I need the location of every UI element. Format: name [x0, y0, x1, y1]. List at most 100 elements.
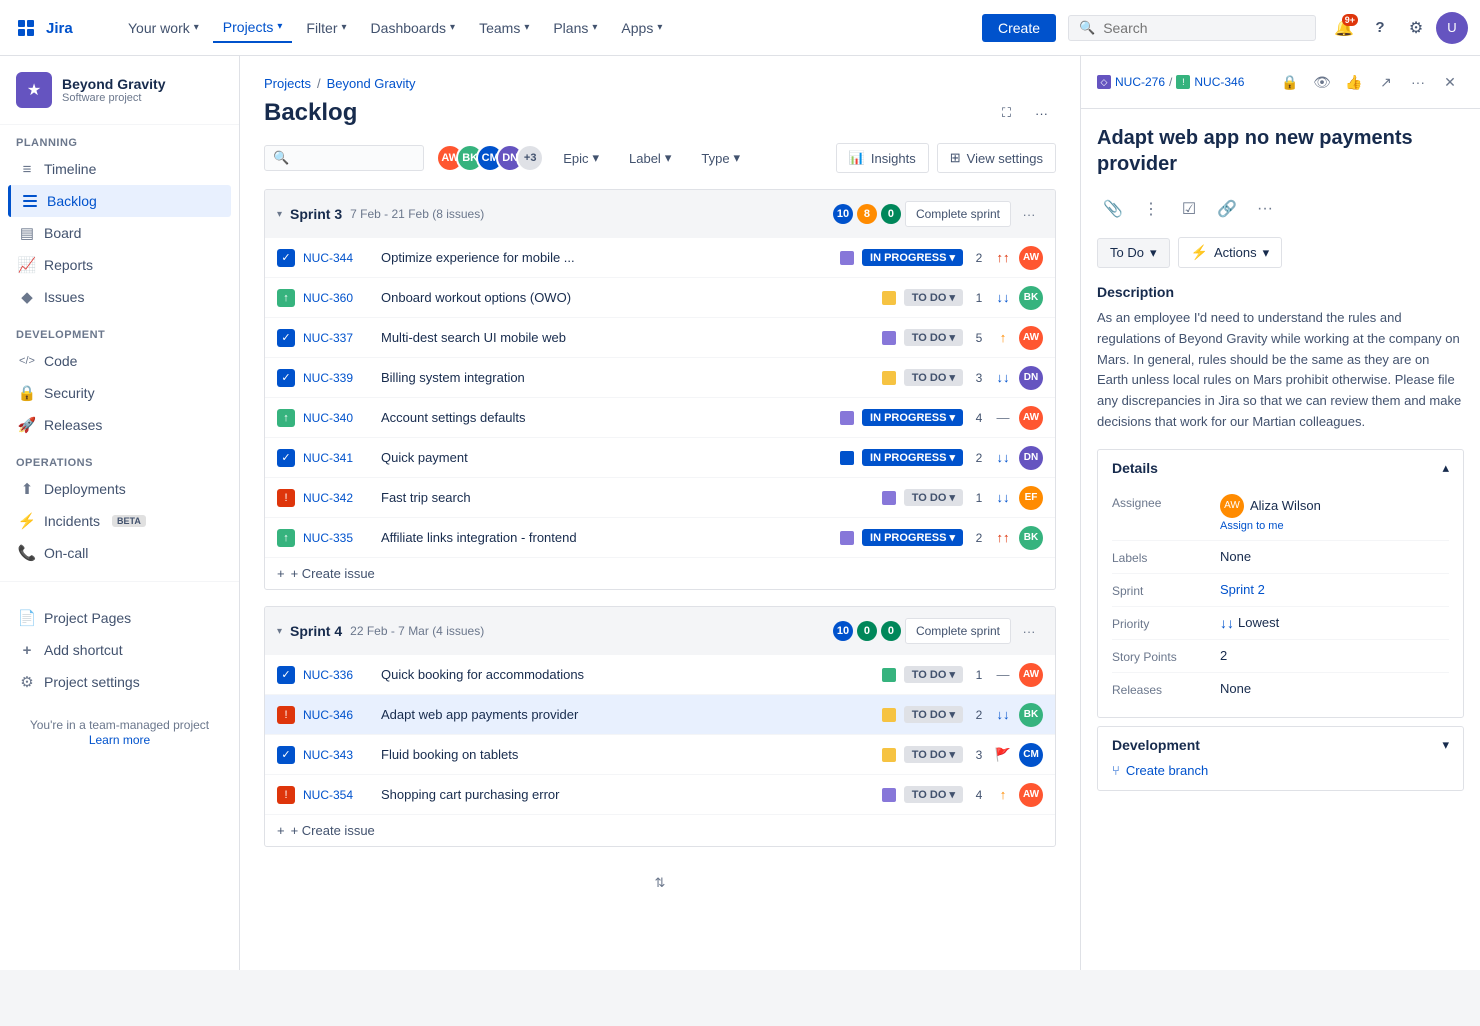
status-badge[interactable]: IN PROGRESS ▾ [862, 249, 963, 266]
table-row[interactable]: ✓ NUC-336 Quick booking for accommodatio… [265, 655, 1055, 695]
breadcrumb-projects-link[interactable]: Projects [264, 76, 311, 91]
panel-lock-button[interactable]: 🔒 [1276, 68, 1304, 96]
sidebar-item-timeline[interactable]: ≡ Timeline [8, 153, 231, 185]
create-button[interactable]: Create [982, 14, 1056, 42]
status-badge[interactable]: IN PROGRESS ▾ [862, 449, 963, 466]
status-dropdown[interactable]: To Do ▾ [1097, 238, 1170, 268]
table-row[interactable]: ↑ NUC-335 Affiliate links integration - … [265, 518, 1055, 558]
status-badge[interactable]: TO DO ▾ [904, 666, 963, 683]
table-row[interactable]: ✓ NUC-339 Billing system integration TO … [265, 358, 1055, 398]
breadcrumb-project-link[interactable]: Beyond Gravity [327, 76, 416, 91]
panel-title: Adapt web app no new payments provider [1097, 125, 1464, 177]
development-body: ⑂ Create branch [1098, 763, 1463, 790]
development-header[interactable]: Development ▾ [1098, 727, 1463, 763]
nav-your-work[interactable]: Your work [118, 14, 209, 42]
backlog-search-input[interactable] [295, 151, 415, 166]
panel-bc-parent[interactable]: ◇ NUC-276 [1097, 75, 1165, 89]
status-badge[interactable]: IN PROGRESS ▾ [862, 529, 963, 546]
table-row[interactable]: ✓ NUC-344 Optimize experience for mobile… [265, 238, 1055, 278]
nav-dashboards[interactable]: Dashboards [361, 14, 466, 42]
sprint-value[interactable]: Sprint 2 [1220, 582, 1449, 597]
status-badge[interactable]: TO DO ▾ [904, 786, 963, 803]
status-badge[interactable]: TO DO ▾ [904, 289, 963, 306]
details-header[interactable]: Details ▴ [1098, 450, 1463, 486]
create-issue-sprint4-button[interactable]: + + Create issue [265, 815, 1055, 846]
table-row[interactable]: ✓ NUC-343 Fluid booking on tablets TO DO… [265, 735, 1055, 775]
sidebar-item-project-settings[interactable]: ⚙ Project settings [8, 666, 231, 698]
status-badge[interactable]: TO DO ▾ [904, 706, 963, 723]
link-button[interactable]: 🔗 [1211, 193, 1243, 225]
help-button[interactable]: ? [1364, 12, 1396, 44]
status-badge[interactable]: TO DO ▾ [904, 329, 963, 346]
nav-projects[interactable]: Projects [213, 13, 293, 43]
nav-apps[interactable]: Apps [611, 14, 672, 42]
learn-more-link[interactable]: Learn more [89, 733, 150, 747]
create-branch-button[interactable]: ⑂ Create branch [1112, 763, 1449, 778]
epic-filter-button[interactable]: Epic ▾ [552, 144, 610, 172]
issue-avatar: BK [1019, 526, 1043, 550]
sidebar-item-security[interactable]: 🔒 Security [8, 377, 231, 409]
status-badge[interactable]: IN PROGRESS ▾ [862, 409, 963, 426]
sidebar-item-reports[interactable]: 📈 Reports [8, 249, 231, 281]
epic-tag [882, 491, 896, 505]
status-badge[interactable]: TO DO ▾ [904, 746, 963, 763]
development-label: DEVELOPMENT [8, 329, 231, 341]
sprint-3-more-button[interactable]: ··· [1015, 200, 1043, 228]
assign-me-link[interactable]: Assign to me [1220, 520, 1449, 532]
avatar-more-count[interactable]: +3 [516, 144, 544, 172]
sprint-4-header[interactable]: ▾ Sprint 4 22 Feb - 7 Mar (4 issues) 10 … [265, 607, 1055, 655]
view-settings-button[interactable]: ⊞ View settings [937, 143, 1056, 173]
create-issue-sprint3-button[interactable]: + + Create issue [265, 558, 1055, 589]
sidebar-item-issues[interactable]: ◆ Issues [8, 281, 231, 313]
label-filter-button[interactable]: Label ▾ [618, 144, 682, 172]
table-row[interactable]: ↑ NUC-360 Onboard workout options (OWO) … [265, 278, 1055, 318]
actions-dropdown[interactable]: ⚡ Actions ▾ [1178, 237, 1283, 268]
nav-teams[interactable]: Teams [469, 14, 539, 42]
table-row[interactable]: ! NUC-342 Fast trip search TO DO ▾ 1 ↓↓ … [265, 478, 1055, 518]
panel-bc-current[interactable]: ! NUC-346 [1176, 75, 1244, 89]
app-logo[interactable]: Jira [12, 14, 106, 42]
panel-like-button[interactable]: 👍 [1340, 68, 1368, 96]
table-row[interactable]: ! NUC-346 Adapt web app payments provide… [265, 695, 1055, 735]
settings-button[interactable]: ⚙ [1400, 12, 1432, 44]
more-options-button[interactable]: ··· [1027, 100, 1056, 127]
sprint-3-header[interactable]: ▾ Sprint 3 7 Feb - 21 Feb (8 issues) 10 … [265, 190, 1055, 238]
table-row[interactable]: ↑ NUC-340 Account settings defaults IN P… [265, 398, 1055, 438]
attach-button[interactable]: 📎 [1097, 193, 1129, 225]
toolbar-more-button[interactable]: ··· [1249, 193, 1281, 225]
expand-button[interactable]: ⛶ [994, 99, 1019, 127]
sidebar-item-board[interactable]: ▤ Board [8, 217, 231, 249]
table-row[interactable]: ! NUC-354 Shopping cart purchasing error… [265, 775, 1055, 815]
complete-sprint-4-button[interactable]: Complete sprint [905, 618, 1011, 644]
sidebar-item-project-pages[interactable]: 📄 Project Pages [8, 602, 231, 634]
sidebar-item-backlog[interactable]: Backlog [8, 185, 231, 217]
sidebar-item-releases[interactable]: 🚀 Releases [8, 409, 231, 441]
complete-sprint-3-button[interactable]: Complete sprint [905, 201, 1011, 227]
type-filter-button[interactable]: Type ▾ [690, 144, 751, 172]
backlog-search-box[interactable]: 🔍 [264, 145, 424, 171]
table-row[interactable]: ✓ NUC-341 Quick payment IN PROGRESS ▾ 2 … [265, 438, 1055, 478]
project-header[interactable]: ★ Beyond Gravity Software project [0, 56, 239, 125]
status-badge[interactable]: TO DO ▾ [904, 489, 963, 506]
sidebar-item-deployments[interactable]: ⬆ Deployments [8, 473, 231, 505]
sidebar-item-incidents[interactable]: ⚡ Incidents BETA [8, 505, 231, 537]
sprint-4-more-button[interactable]: ··· [1015, 617, 1043, 645]
user-avatar[interactable]: U [1436, 12, 1468, 44]
nav-plans[interactable]: Plans [543, 14, 607, 42]
sidebar-item-add-shortcut[interactable]: + Add shortcut [8, 634, 231, 666]
panel-watch-button[interactable]: 👁 [1308, 68, 1336, 96]
search-box[interactable]: 🔍 [1068, 15, 1316, 41]
sidebar-item-on-call[interactable]: 📞 On-call [8, 537, 231, 569]
nav-filter[interactable]: Filter [296, 14, 356, 42]
panel-more-button[interactable]: ··· [1404, 68, 1432, 96]
checklist-button[interactable]: ☑ [1173, 193, 1205, 225]
table-row[interactable]: ✓ NUC-337 Multi-dest search UI mobile we… [265, 318, 1055, 358]
panel-close-button[interactable]: ✕ [1436, 68, 1464, 96]
notifications-button[interactable]: 🔔 9+ [1328, 12, 1360, 44]
sidebar-item-code[interactable]: </> Code [8, 345, 231, 377]
child-issues-button[interactable]: ⋮ [1135, 193, 1167, 225]
insights-button[interactable]: 📊 Insights [836, 143, 929, 173]
panel-share-button[interactable]: ↗ [1372, 68, 1400, 96]
search-input[interactable] [1103, 20, 1305, 36]
status-badge[interactable]: TO DO ▾ [904, 369, 963, 386]
